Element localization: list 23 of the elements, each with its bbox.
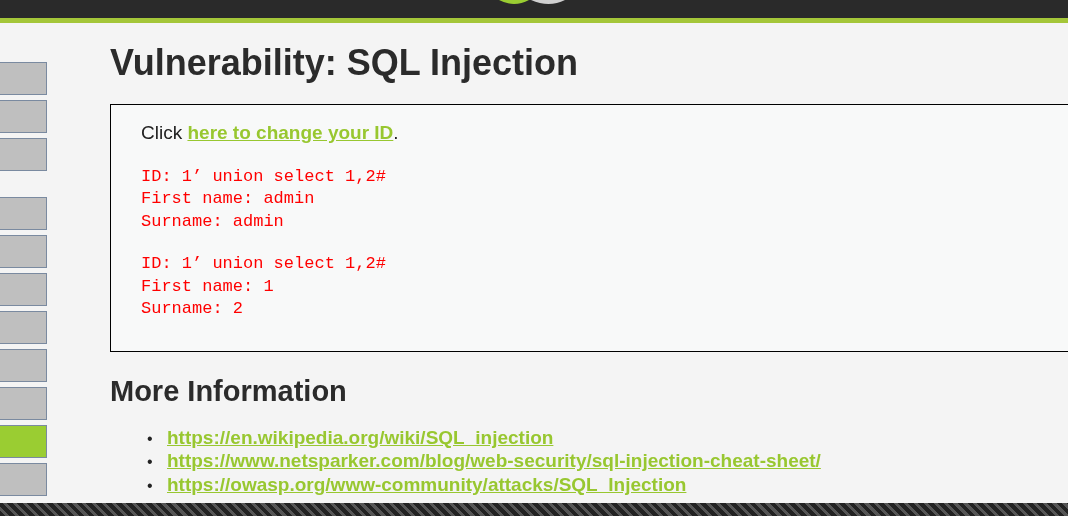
menu-button[interactable]: [0, 197, 47, 230]
menu-button[interactable]: [0, 311, 47, 344]
menu-button[interactable]: [0, 138, 47, 171]
query-result: ID: 1’ union select 1,2# First name: 1 Surname: 2: [141, 253, 387, 320]
bullet-mark: •: [147, 475, 154, 496]
intro-text: Click here to change your ID.: [141, 121, 400, 145]
menu-button[interactable]: [0, 425, 47, 458]
reference-link[interactable]: https://en.wikipedia.org/wiki/SQL_injection: [167, 426, 554, 448]
menu-button[interactable]: [0, 235, 47, 268]
menu-button[interactable]: [0, 62, 47, 95]
change-id-link[interactable]: here to change your ID: [187, 122, 394, 143]
menu-button[interactable]: [0, 273, 47, 306]
section-heading: More Information: [110, 374, 348, 409]
page-title: Vulnerability: SQL Injection: [110, 41, 580, 85]
bullet-mark: •: [147, 452, 154, 473]
query-result: ID: 1’ union select 1,2# First name: admin Surname: admin: [141, 165, 387, 233]
reference-link[interactable]: https://www.netsparker.com/blog/web-security/sql-injection-cheat-sheet/: [167, 450, 821, 472]
bullet-mark: •: [147, 428, 154, 449]
menu-button[interactable]: [0, 100, 47, 133]
menu-button[interactable]: [0, 349, 47, 382]
menu-button[interactable]: [0, 387, 47, 420]
reference-link[interactable]: https://owasp.org/www-community/attacks/SQL_Injection: [167, 473, 687, 495]
menu-button[interactable]: [0, 463, 47, 496]
